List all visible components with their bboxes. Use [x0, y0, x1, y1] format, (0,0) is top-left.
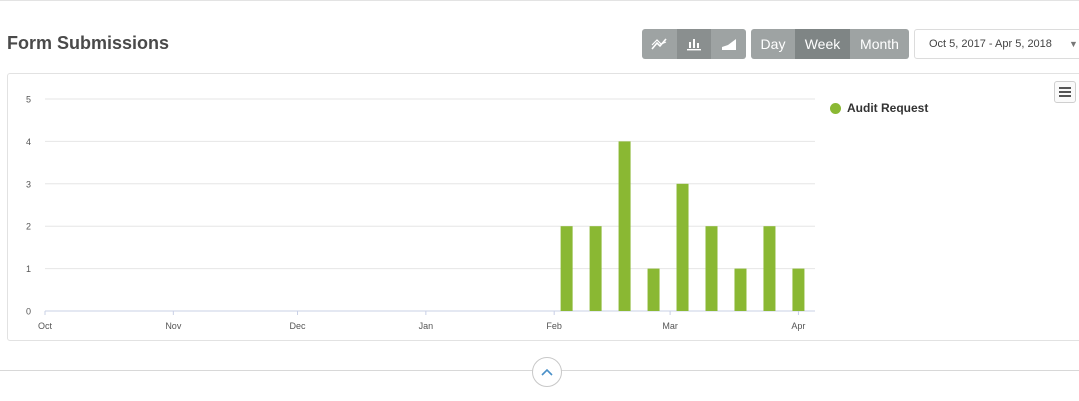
hamburger-menu-icon	[1059, 87, 1071, 97]
x-tick-label: Mar	[662, 321, 678, 331]
bar	[763, 226, 776, 311]
bar	[618, 141, 631, 311]
x-tick-label: Feb	[546, 321, 562, 331]
bar	[676, 183, 689, 311]
x-tick-label: Nov	[165, 321, 182, 331]
legend-label: Audit Request	[847, 101, 929, 115]
x-tick-label: Oct	[38, 321, 53, 331]
y-tick-label: 2	[26, 222, 31, 232]
chart-menu-button[interactable]	[1054, 81, 1076, 103]
y-tick-label: 4	[26, 137, 31, 147]
bar	[560, 226, 573, 311]
bar	[589, 226, 602, 311]
x-tick-label: Jan	[419, 321, 434, 331]
y-tick-label: 1	[26, 264, 31, 274]
chevron-up-icon	[541, 368, 553, 376]
bar	[792, 268, 805, 311]
bar	[705, 226, 718, 311]
bar	[734, 268, 747, 311]
legend-marker	[830, 102, 841, 114]
x-tick-label: Apr	[791, 321, 805, 331]
y-tick-label: 0	[26, 307, 31, 317]
bar-chart: 0 1 2 3 4 5 Oct Nov Dec Jan Feb Mar Apr	[26, 95, 815, 331]
legend-item-audit-request[interactable]: Audit Request	[830, 100, 928, 116]
y-tick-label: 3	[26, 179, 31, 189]
bar	[647, 268, 660, 311]
collapse-button[interactable]	[532, 357, 562, 387]
x-tick-label: Dec	[290, 321, 307, 331]
y-tick-label: 5	[26, 95, 31, 105]
